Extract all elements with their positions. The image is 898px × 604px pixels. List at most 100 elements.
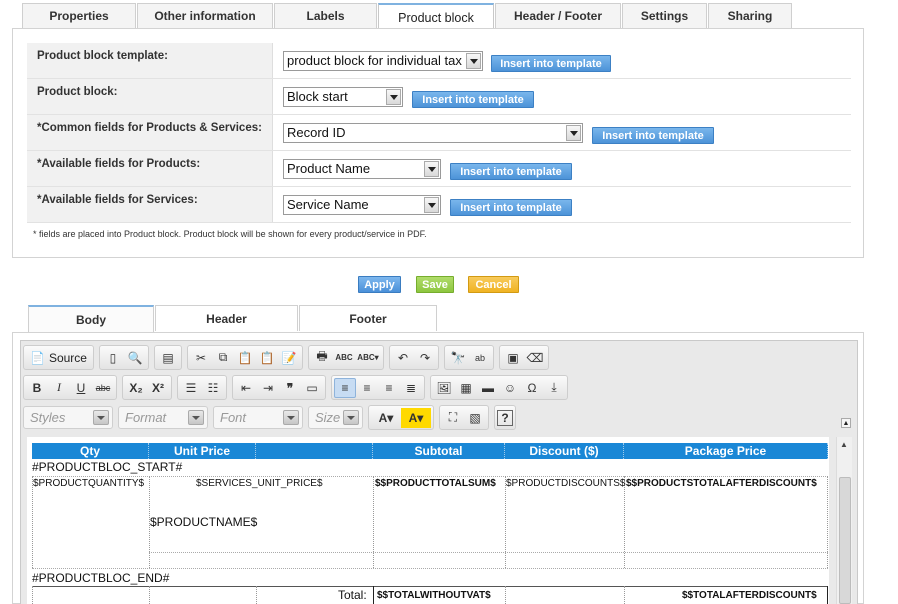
blockquote-icon[interactable]: ❞ — [279, 378, 301, 398]
tab-sharing[interactable]: Sharing — [708, 3, 792, 28]
spellcheck-as-you-type-icon[interactable]: ABC▾ — [355, 348, 381, 368]
new-page-icon[interactable]: ▯ — [102, 348, 124, 368]
bold-icon[interactable]: B — [26, 378, 48, 398]
editor-scrollbar[interactable]: ▲ — [836, 437, 852, 604]
insert-template-button[interactable]: Insert into template — [491, 55, 611, 72]
tab-header-footer[interactable]: Header / Footer — [495, 3, 621, 28]
superscript-icon[interactable]: X² — [147, 378, 169, 398]
show-blocks-icon[interactable]: ▧ — [464, 408, 486, 428]
remove-format-icon[interactable]: ⌫ — [524, 348, 546, 368]
header-qty: Qty — [32, 443, 149, 459]
collapse-toolbar-icon[interactable]: ▲ — [841, 418, 851, 428]
underline-icon[interactable]: U — [70, 378, 92, 398]
paste-text-icon[interactable]: 📋 — [256, 348, 278, 368]
tab-other-information[interactable]: Other information — [137, 3, 273, 28]
copy-icon[interactable]: ⧉ — [212, 348, 234, 368]
insert-product-field-button[interactable]: Insert into template — [450, 163, 572, 180]
outdent-icon[interactable]: ⇤ — [235, 378, 257, 398]
header-spacer — [256, 443, 373, 459]
font-combo[interactable]: Font — [213, 406, 303, 429]
paste-word-icon[interactable]: 📝 — [278, 348, 300, 368]
align-center-icon[interactable]: ≡ — [356, 378, 378, 398]
tab-settings[interactable]: Settings — [622, 3, 707, 28]
total-label: Total: — [338, 588, 367, 602]
source-button[interactable]: 📄 Source — [26, 351, 91, 365]
smiley-icon[interactable]: ☺ — [499, 378, 521, 398]
horizontal-line-icon[interactable]: ▬ — [477, 378, 499, 398]
replace-icon[interactable]: ab — [469, 348, 491, 368]
numbered-list-icon[interactable]: ☰ — [180, 378, 202, 398]
save-button[interactable]: Save — [416, 276, 454, 293]
align-right-icon[interactable]: ≡ — [378, 378, 400, 398]
cut-icon[interactable]: ✂ — [190, 348, 212, 368]
tools-group: ⛶ ▧ — [439, 405, 489, 430]
row-label: Product block: — [27, 79, 273, 114]
scrollbar-thumb[interactable] — [839, 477, 851, 604]
spellcheck-icon[interactable]: ABC — [333, 348, 355, 368]
align-left-icon[interactable]: ≡ — [334, 377, 356, 398]
subscript-icon[interactable]: X₂ — [125, 378, 147, 398]
cancel-button[interactable]: Cancel — [468, 276, 519, 293]
source-icon: 📄 — [30, 350, 45, 365]
header-unit-price: Unit Price — [149, 443, 256, 459]
header-package-price: Package Price — [624, 443, 828, 459]
divider — [505, 476, 506, 568]
format-label: Format — [125, 410, 167, 425]
insert-common-field-button[interactable]: Insert into template — [592, 127, 714, 144]
tab-properties[interactable]: Properties — [22, 3, 136, 28]
product-block-panel: Product block template: product block fo… — [12, 28, 864, 258]
table-icon[interactable]: ▦ — [455, 378, 477, 398]
size-combo[interactable]: Size — [308, 406, 363, 429]
header-discount: Discount ($) — [505, 443, 624, 459]
italic-icon[interactable]: I — [48, 378, 70, 398]
select-all-icon[interactable]: ▣ — [502, 348, 524, 368]
apply-button[interactable]: Apply — [358, 276, 401, 293]
div-container-icon[interactable]: ▭ — [301, 378, 323, 398]
row-service-fields: *Available fields for Services: Service … — [27, 187, 851, 223]
tab-labels[interactable]: Labels — [274, 3, 377, 28]
row-product-block: Product block: Block start Insert into t… — [27, 79, 851, 115]
find-icon[interactable]: 🔭 — [447, 348, 469, 368]
product-block-select[interactable]: Block start — [283, 87, 403, 107]
find-group: 🔭 ab — [443, 345, 494, 370]
background-color-icon[interactable]: A▾ — [401, 407, 431, 428]
divider — [32, 568, 828, 569]
align-justify-icon[interactable]: ≣ — [400, 378, 422, 398]
tab-header[interactable]: Header — [155, 305, 298, 331]
service-fields-select[interactable]: Service Name — [283, 195, 441, 215]
help-icon[interactable]: ? — [497, 409, 513, 426]
text-color-icon[interactable]: A▾ — [371, 408, 401, 428]
insert-service-field-button[interactable]: Insert into template — [450, 199, 572, 216]
scroll-up-icon[interactable]: ▲ — [840, 440, 848, 449]
row-common-fields: *Common fields for Products & Services: … — [27, 115, 851, 151]
paste-icon[interactable]: 📋 — [234, 348, 256, 368]
editor-content[interactable]: Qty Unit Price Subtotal Discount ($) Pac… — [27, 437, 829, 604]
print-icon[interactable]: 🖶 — [311, 348, 333, 368]
templates-icon[interactable]: ▤ — [157, 348, 179, 368]
spell-group: 🖶 ABC ABC▾ — [307, 345, 384, 370]
styles-combo[interactable]: Styles — [23, 406, 113, 429]
tab-footer[interactable]: Footer — [299, 305, 437, 331]
indent-icon[interactable]: ⇥ — [257, 378, 279, 398]
image-icon[interactable]: 🖼 — [433, 378, 455, 398]
maximize-icon[interactable]: ⛶ — [442, 408, 464, 428]
tab-product-block[interactable]: Product block — [378, 3, 494, 30]
page-break-icon[interactable]: ⤓ — [543, 378, 565, 398]
bulleted-list-icon[interactable]: ☷ — [202, 378, 224, 398]
redo-icon[interactable]: ↷ — [414, 348, 436, 368]
product-block-template-select[interactable]: product block for individual tax — [283, 51, 483, 71]
special-char-icon[interactable]: Ω — [521, 378, 543, 398]
tab-body[interactable]: Body — [28, 305, 154, 332]
insert-block-button[interactable]: Insert into template — [412, 91, 534, 108]
undo-icon[interactable]: ↶ — [392, 348, 414, 368]
toolbar-row-3: Styles Format Font Size A▾ A▾ ⛶ ▧ ? — [23, 405, 521, 430]
product-fields-select[interactable]: Product Name — [283, 159, 441, 179]
strike-icon[interactable]: abc — [92, 378, 114, 398]
common-fields-select[interactable]: Record ID — [283, 123, 583, 143]
preview-icon[interactable]: 🔍 — [124, 348, 146, 368]
format-combo[interactable]: Format — [118, 406, 208, 429]
divider — [149, 552, 828, 553]
divider — [624, 586, 625, 604]
bloc-start: #PRODUCTBLOC_START# — [32, 460, 183, 474]
divider — [373, 586, 374, 604]
